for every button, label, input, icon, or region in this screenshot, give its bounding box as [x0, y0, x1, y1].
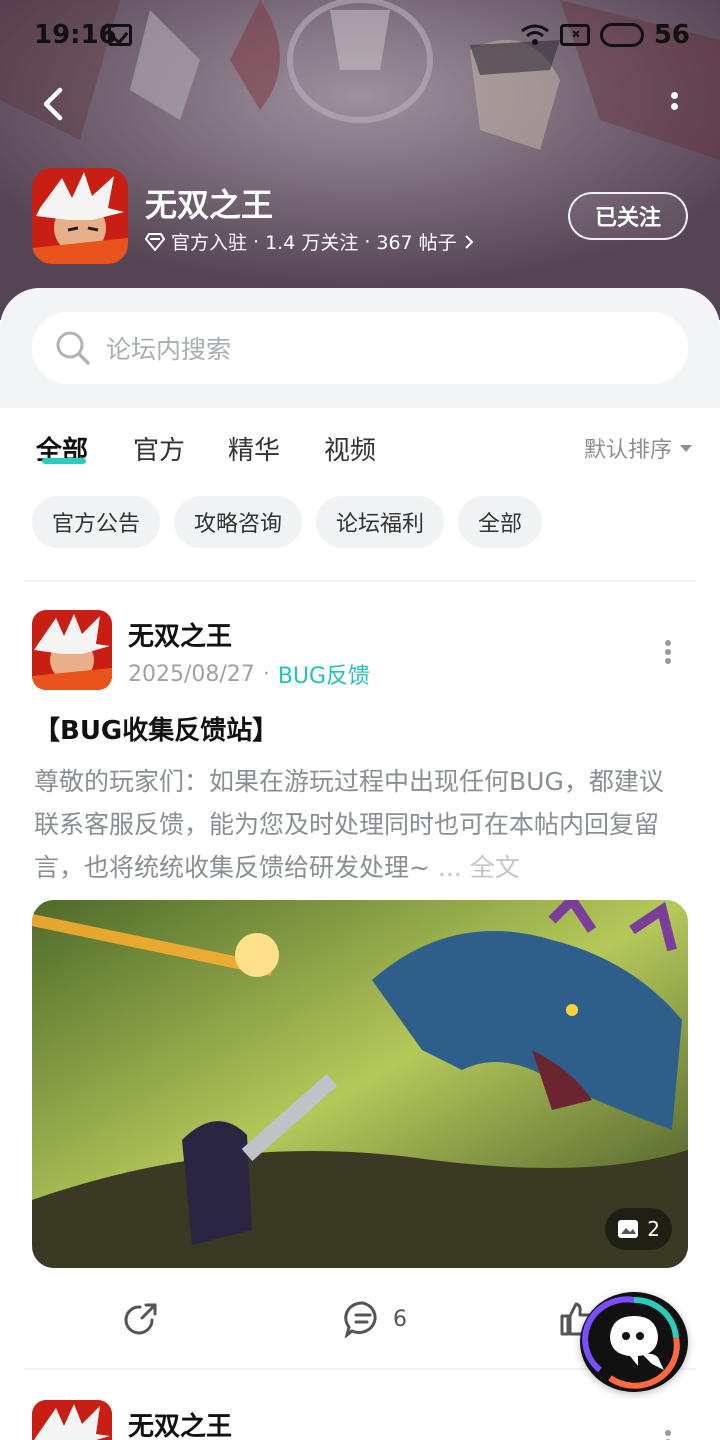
tab-official[interactable]: 官方	[133, 430, 185, 467]
posts-count: 367 帖子	[376, 232, 457, 254]
more-options-button[interactable]	[664, 88, 684, 124]
tab-video[interactable]: 视频	[324, 430, 376, 467]
chip-announcements[interactable]: 官方公告	[32, 496, 161, 548]
official-label: 官方入驻	[171, 232, 248, 254]
battery-level: 56	[653, 20, 690, 50]
chat-fab-button[interactable]	[580, 1292, 688, 1392]
author-avatar[interactable]	[32, 610, 112, 690]
meta-separator: ·	[262, 661, 270, 687]
chevron-right-icon	[464, 234, 474, 249]
status-time: 19:16	[34, 20, 117, 50]
comment-count: 6	[393, 1306, 407, 1332]
comment-button[interactable]: 6	[343, 1300, 407, 1338]
forum-meta[interactable]: 官方入驻 · 1.4 万关注 · 367 帖子	[145, 228, 475, 255]
read-full-link[interactable]: 全文	[470, 853, 520, 882]
author-avatar[interactable]	[32, 1400, 112, 1440]
post-image-art	[32, 900, 688, 1268]
chip-all[interactable]: 全部	[458, 496, 543, 548]
post-body-text: 尊敬的玩家们：如果在游玩过程中出现任何BUG，都建议联系客服反馈，能为您及时处理…	[34, 767, 664, 882]
forum-content: 论坛内搜索 全部 官方 精华 视频 默认排序 官方公告 攻略咨询 论坛福利 全部…	[0, 288, 720, 1440]
back-arrow-icon[interactable]	[34, 84, 74, 124]
game-app-icon	[32, 168, 128, 264]
search-area: 论坛内搜索	[0, 288, 720, 408]
followers-count: 1.4 万关注	[265, 232, 359, 254]
share-icon	[124, 1303, 157, 1335]
chip-benefits[interactable]: 论坛福利	[316, 496, 445, 548]
follow-button[interactable]: 已关注	[568, 192, 688, 240]
post-body[interactable]: 尊敬的玩家们：如果在游玩过程中出现任何BUG，都建议联系客服反馈，能为您及时处理…	[34, 760, 686, 889]
chat-bubble-icon	[582, 1296, 680, 1389]
checkbox-notification-icon	[108, 24, 132, 46]
no-sim-icon	[559, 24, 590, 46]
wifi-icon	[520, 24, 549, 45]
comment-icon	[344, 1301, 377, 1338]
post-tag[interactable]: BUG反馈	[278, 658, 370, 690]
tab-featured[interactable]: 精华	[228, 430, 280, 467]
forum-title: 无双之王	[145, 186, 274, 224]
image-count-badge: 2	[605, 1208, 672, 1250]
meta-separator: ·	[364, 230, 371, 253]
image-gallery-icon	[618, 1220, 639, 1238]
divider	[24, 580, 696, 582]
meta-separator: ·	[253, 230, 260, 253]
forum-header: 19:16 56 无双之王 官方入驻 · 1.4 万关注 · 367 帖子 已关…	[0, 0, 720, 320]
post-title[interactable]: 【BUG收集反馈站】	[34, 710, 278, 747]
post-image[interactable]: 2	[32, 900, 688, 1268]
battery-icon	[599, 23, 644, 47]
sort-dropdown[interactable]: 默认排序	[584, 432, 692, 464]
post-ellipsis: ...	[437, 853, 462, 882]
search-placeholder: 论坛内搜索	[106, 335, 232, 364]
post-author[interactable]: 无双之王	[128, 1406, 232, 1440]
chip-guides[interactable]: 攻略咨询	[174, 496, 303, 548]
post-meta: 2025/08/27 · BUG反馈	[128, 658, 370, 690]
diamond-verified-icon	[145, 232, 165, 251]
image-count: 2	[647, 1217, 660, 1241]
search-icon	[56, 331, 90, 365]
status-bar: 19:16 56	[0, 0, 720, 72]
post-date: 2025/08/27	[128, 661, 255, 687]
sort-label: 默认排序	[583, 438, 672, 463]
active-tab-indicator	[42, 458, 86, 464]
post-more-button[interactable]	[664, 640, 672, 664]
caret-down-icon	[680, 444, 692, 452]
category-chips: 官方公告 攻略咨询 论坛福利 全部	[32, 496, 543, 548]
share-button[interactable]	[122, 1300, 160, 1338]
search-input[interactable]: 论坛内搜索	[32, 312, 688, 384]
post-author[interactable]: 无双之王	[128, 616, 232, 653]
post-more-button[interactable]	[664, 1430, 672, 1440]
